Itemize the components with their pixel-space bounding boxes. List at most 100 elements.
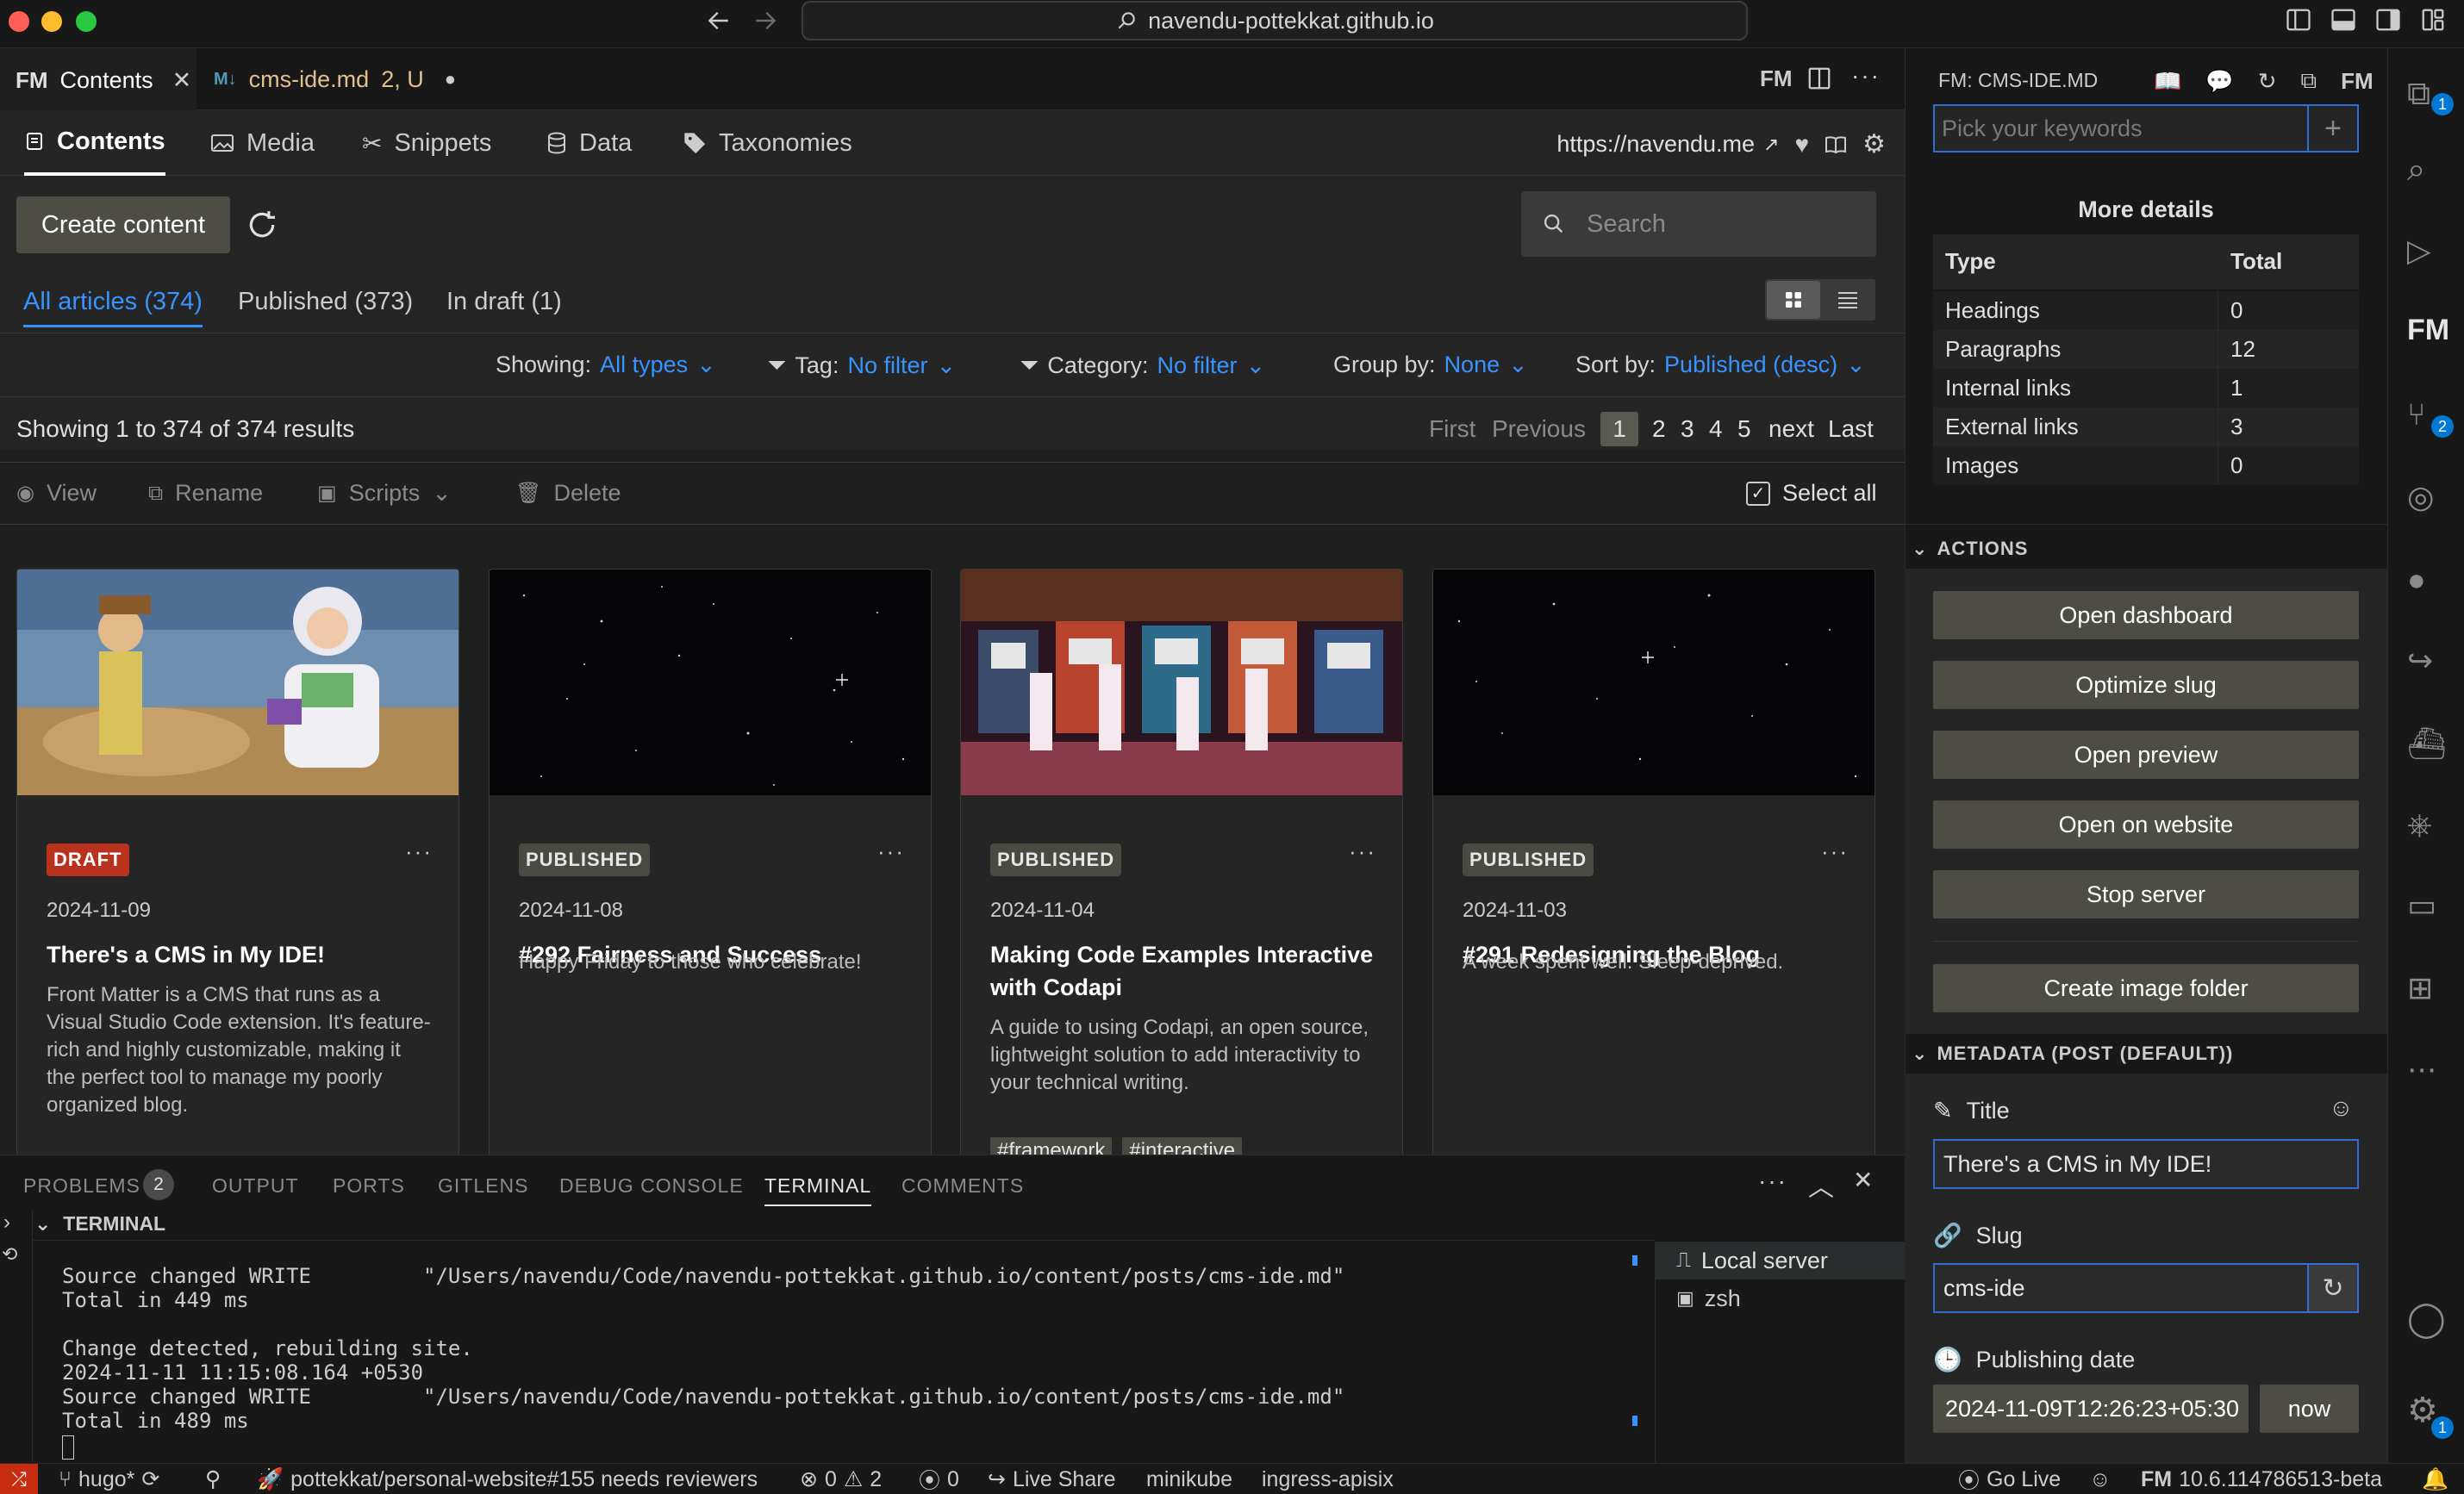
optimize-slug-button[interactable]: Optimize slug [1933, 661, 2359, 709]
publishing-date-input[interactable]: 2024-11-09T12:26:23+05:30 [1933, 1385, 2249, 1433]
external-link-icon[interactable]: ↗ [1763, 134, 1779, 156]
more-actions-icon[interactable]: ··· [1851, 62, 1881, 90]
extensions-icon[interactable]: ⊞ [2407, 970, 2447, 1010]
content-card[interactable]: PUBLISHED ··· 2024-11-04 Making Code Exa… [960, 569, 1403, 1155]
notifications-bell-icon[interactable]: 🔔 [2422, 1464, 2448, 1494]
tab-debug-console[interactable]: DEBUG CONSOLE [559, 1174, 744, 1198]
toggle-primary-sidebar-icon[interactable] [2286, 7, 2311, 33]
next-page-link[interactable]: next [1768, 415, 1814, 443]
more-views-icon[interactable]: ⋯ [2407, 1053, 2447, 1092]
open-dashboard-button[interactable]: Open dashboard [1933, 591, 2359, 639]
view-action[interactable]: ◉ View [16, 480, 97, 507]
terminal-item-local-server[interactable]: ⎍ Local server [1656, 1242, 1906, 1279]
history-icon[interactable]: ⟲ [2, 1243, 17, 1266]
pull-request-status[interactable]: 🚀 pottekkat/personal-website#155 needs r… [257, 1464, 758, 1494]
kubernetes-context[interactable]: minikube [1146, 1464, 1232, 1494]
forward-arrow-icon[interactable] [752, 7, 779, 34]
open-dashboard-icon[interactable]: ⧉ [2301, 67, 2317, 95]
tab-ports[interactable]: PORTS [333, 1174, 405, 1198]
stop-server-button[interactable]: Stop server [1933, 870, 2359, 918]
minimize-window-button[interactable] [41, 11, 62, 32]
book-icon[interactable]: 📖 [2154, 68, 2181, 95]
copilot-icon[interactable]: ☺ [2089, 1464, 2112, 1494]
now-button[interactable]: now [2260, 1385, 2359, 1433]
metadata-section-header[interactable]: ⌄ METADATA (POST (DEFAULT)) [1912, 1043, 2233, 1065]
terminal-section-header[interactable]: ⌄ TERMINAL [34, 1212, 165, 1236]
tab-all-articles[interactable]: All articles (374) [23, 288, 203, 327]
list-view-icon[interactable] [1822, 281, 1874, 319]
more-actions-icon[interactable]: ··· [1758, 1167, 1787, 1195]
card-menu-icon[interactable]: ··· [1821, 838, 1849, 865]
book-icon[interactable] [1825, 134, 1847, 155]
maximize-window-button[interactable] [76, 11, 97, 32]
copilot-icon[interactable]: ☺ [2329, 1094, 2354, 1122]
card-menu-icon[interactable]: ··· [877, 838, 905, 865]
front-matter-logo-icon[interactable]: FM [2407, 314, 2449, 353]
type-filter[interactable]: Showing: All types ⌄ [496, 352, 716, 378]
run-debug-icon[interactable]: ▷ [2407, 233, 2447, 272]
card-title[interactable]: There's a CMS in My IDE! [47, 938, 434, 971]
back-arrow-icon[interactable] [705, 7, 733, 34]
slug-input[interactable]: cms-ide [1933, 1263, 2309, 1313]
sync-icon[interactable]: ⟳ [141, 1466, 159, 1492]
docker-icon[interactable]: ⛴ [2407, 725, 2447, 765]
site-url-link[interactable]: https://navendu.me [1556, 131, 1755, 158]
tab-snippets[interactable]: ✂ Snippets [362, 110, 491, 176]
tag-filter[interactable]: ⏷ Tag: No filter ⌄ [767, 352, 956, 380]
page-5-link[interactable]: 5 [1737, 415, 1751, 443]
heart-icon[interactable]: ♥ [1794, 131, 1809, 159]
open-preview-button[interactable]: Open preview [1933, 731, 2359, 779]
actions-section-header[interactable]: ⌄ ACTIONS [1912, 538, 2028, 560]
grid-view-icon[interactable] [1767, 281, 1820, 319]
settings-gear-icon[interactable]: ⚙ [1862, 129, 1886, 159]
customize-layout-icon[interactable] [2420, 7, 2446, 33]
live-share-status[interactable]: ↪ Live Share [988, 1464, 1115, 1494]
close-panel-icon[interactable]: ✕ [1853, 1166, 1873, 1194]
chevron-right-icon[interactable]: › [3, 1211, 10, 1235]
tab-terminal[interactable]: TERMINAL [764, 1174, 872, 1206]
page-1-link[interactable]: 1 [1600, 412, 1638, 446]
toggle-secondary-sidebar-icon[interactable] [2375, 7, 2401, 33]
git-graph-icon[interactable]: ⚲ [205, 1464, 221, 1494]
branch-indicator[interactable]: ⑂ hugo* ⟳ [59, 1464, 159, 1494]
tab-cms-ide-md[interactable]: M↓ cms-ide.md 2, U ● [198, 48, 474, 110]
front-matter-version[interactable]: FM 10.6.114786513-beta [2141, 1464, 2382, 1494]
problems-status[interactable]: ⊗ 0 ⚠ 2 [800, 1464, 882, 1494]
github-icon[interactable]: ● [2407, 562, 2447, 601]
tab-contents[interactable]: Contents [24, 110, 165, 176]
tag-chip[interactable]: #framework [990, 1137, 1113, 1155]
front-matter-logo-icon[interactable]: FM [2341, 68, 2374, 95]
keywords-input[interactable]: Pick your keywords + [1933, 104, 2359, 153]
chat-icon[interactable]: 💬 [2205, 68, 2233, 95]
go-live-status[interactable]: ⦿ Go Live [1958, 1464, 2061, 1494]
create-image-folder-button[interactable]: Create image folder [1933, 964, 2359, 1012]
select-all-checkbox[interactable]: ✓ Select all [1746, 480, 1877, 507]
title-input[interactable]: There's a CMS in My IDE! [1933, 1139, 2359, 1189]
content-card[interactable]: DRAFT ··· 2024-11-09 There's a CMS in My… [16, 569, 459, 1155]
previous-page-link[interactable]: Previous [1492, 415, 1586, 443]
open-on-website-button[interactable]: Open on website [1933, 800, 2359, 849]
account-icon[interactable]: ◯ [2407, 1299, 2447, 1339]
tab-problems[interactable]: PROBLEMS [23, 1174, 140, 1198]
content-card[interactable]: PUBLISHED ··· 2024-11-08 #292 Fairness a… [489, 569, 932, 1155]
ports-status[interactable]: ⦿ 0 [919, 1464, 959, 1494]
scripts-action[interactable]: ▣ Scripts ⌄ [317, 480, 452, 507]
tab-contents[interactable]: FM Contents ✕ [0, 48, 196, 110]
kubernetes-namespace[interactable]: ingress-apisix [1262, 1464, 1394, 1494]
add-keyword-button[interactable]: + [2307, 106, 2357, 151]
sort-by-filter[interactable]: Sort by: Published (desc) ⌄ [1575, 352, 1866, 378]
rename-action[interactable]: ⧉ Rename [148, 480, 263, 507]
tag-chip[interactable]: #interactive [1122, 1137, 1243, 1155]
command-center-search[interactable]: navendu-pottekkat.github.io [802, 1, 1748, 40]
search-icon[interactable]: ⌕ [2407, 152, 2447, 191]
remote-indicator[interactable]: ⤮ [0, 1464, 38, 1494]
tab-comments[interactable]: COMMENTS [901, 1174, 1024, 1198]
tab-media[interactable]: Media [210, 110, 315, 176]
tab-output[interactable]: OUTPUT [212, 1174, 299, 1198]
close-window-button[interactable] [9, 11, 29, 32]
page-4-link[interactable]: 4 [1709, 415, 1723, 443]
tab-data[interactable]: Data [546, 110, 632, 176]
card-menu-icon[interactable]: ··· [405, 838, 433, 865]
create-content-button[interactable]: Create content [16, 196, 230, 253]
group-by-filter[interactable]: Group by: None ⌄ [1333, 352, 1528, 378]
